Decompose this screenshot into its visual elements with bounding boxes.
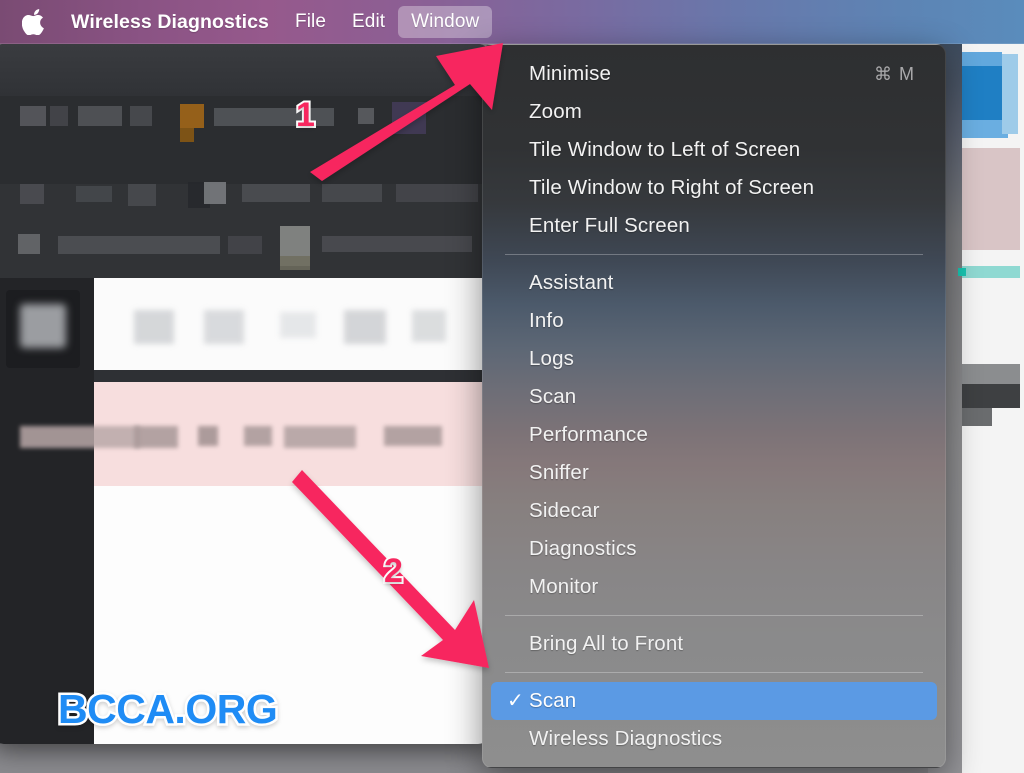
menu-item-label: Tile Window to Right of Screen (529, 176, 815, 199)
menu-item-label: Assistant (529, 271, 614, 294)
background-sidebar-icon (6, 290, 80, 368)
menu-item-info[interactable]: Info (491, 302, 937, 340)
background-window-titlebar (0, 44, 490, 96)
menu-item-tile-window-to-right-of-screen[interactable]: Tile Window to Right of Screen (491, 169, 937, 207)
pixelated-text-block (78, 106, 122, 126)
menu-item-diagnostics[interactable]: Diagnostics (491, 530, 937, 568)
menu-item-label: Monitor (529, 575, 599, 598)
menu-item-sniffer[interactable]: Sniffer (491, 454, 937, 492)
menu-item-label: Zoom (529, 100, 583, 123)
pixelated-text-block (180, 104, 204, 128)
pixelated-column-header (412, 310, 446, 342)
menu-item-label: Scan (529, 689, 577, 712)
menu-item-label: Logs (529, 347, 575, 370)
pixelated-gray-block (962, 384, 1020, 408)
pixelated-text-block (128, 184, 156, 206)
menu-item-label: Tile Window to Left of Screen (529, 138, 801, 161)
pixelated-row-text (284, 426, 356, 448)
pixelated-blue-block (1002, 54, 1018, 134)
menu-item-label: Minimise (529, 62, 612, 85)
pixelated-gray-block (962, 364, 1020, 384)
checkmark-icon: ✓ (507, 690, 524, 712)
pixelated-text-block (396, 184, 478, 202)
watermark-bcca-org: BCCA.ORG (55, 684, 280, 735)
macos-menu-bar[interactable]: Wireless Diagnostics File Edit Window (0, 0, 1024, 44)
pixelated-text-block (322, 236, 472, 252)
pixelated-row-text (244, 426, 272, 446)
menu-item-label: Scan (529, 385, 577, 408)
background-right-card (958, 44, 1024, 773)
menubar-app-name[interactable]: Wireless Diagnostics (58, 6, 282, 39)
pixelated-text-block (20, 184, 44, 204)
pixelated-blue-block (962, 52, 1002, 66)
menu-item-label: Bring All to Front (529, 632, 684, 655)
pixelated-text-block (214, 108, 334, 126)
menu-item-label: Performance (529, 423, 649, 446)
pixelated-row-text (134, 426, 178, 448)
pixelated-row-text (384, 426, 442, 446)
menu-item-bring-all-to-front[interactable]: Bring All to Front (491, 625, 937, 663)
pixelated-pink-block (962, 148, 1020, 250)
menu-item-scan[interactable]: Scan (491, 378, 937, 416)
menu-item-assistant[interactable]: Assistant (491, 264, 937, 302)
pixelated-text-block (392, 102, 426, 134)
pixelated-text-block (58, 236, 220, 254)
pixelated-text-block (204, 182, 226, 204)
menu-item-shortcut: ⌘ M (874, 63, 915, 84)
pixelated-text-block (280, 256, 310, 270)
menu-item-performance[interactable]: Performance (491, 416, 937, 454)
background-app-window (0, 44, 490, 744)
menu-item-scan[interactable]: ✓ Scan (491, 682, 937, 720)
pixelated-text-block (322, 184, 382, 202)
menu-item-minimise[interactable]: Minimise ⌘ M (491, 55, 937, 93)
window-dropdown-menu[interactable]: Minimise ⌘ M Zoom Tile Window to Left of Sc… (482, 44, 946, 768)
menu-item-label: Info (529, 309, 564, 332)
pixelated-column-header (204, 310, 244, 344)
menubar-item-file[interactable]: File (282, 6, 339, 38)
menu-item-label: Sniffer (529, 461, 589, 484)
pixelated-row-text (198, 426, 218, 446)
screenshot-root: Wireless Diagnostics File Edit Window Mi… (0, 0, 1024, 773)
menu-item-tile-window-to-left-of-screen[interactable]: Tile Window to Left of Screen (491, 131, 937, 169)
menu-item-label: Wireless Diagnostics (529, 727, 723, 750)
pixelated-text-block (18, 234, 40, 254)
menu-item-label: Sidecar (529, 499, 600, 522)
menu-item-label: Enter Full Screen (529, 214, 690, 237)
pixelated-teal-block (958, 268, 966, 276)
menu-separator (505, 672, 923, 673)
pixelated-text-block (76, 186, 112, 202)
pixelated-teal-block (962, 266, 1020, 278)
pixelated-text-block (130, 106, 152, 126)
pixelated-gray-block (962, 408, 992, 426)
menu-item-label: Diagnostics (529, 537, 637, 560)
menu-separator (505, 254, 923, 255)
pixelated-column-header (344, 310, 386, 344)
apple-logo-icon[interactable] (22, 9, 58, 35)
pixelated-column-header (134, 310, 174, 344)
menu-item-monitor[interactable]: Monitor (491, 568, 937, 606)
pixelated-text-block (50, 106, 68, 126)
pixelated-text-block (358, 108, 374, 124)
menubar-item-window[interactable]: Window (398, 6, 493, 38)
menu-separator (505, 615, 923, 616)
pixelated-text-block (180, 128, 194, 142)
menu-item-logs[interactable]: Logs (491, 340, 937, 378)
pixelated-row-text (20, 426, 140, 448)
pixelated-text-block (228, 236, 262, 254)
pixelated-text-block (242, 184, 310, 202)
menu-item-zoom[interactable]: Zoom (491, 93, 937, 131)
menu-item-enter-full-screen[interactable]: Enter Full Screen (491, 207, 937, 245)
menubar-item-edit[interactable]: Edit (339, 6, 398, 38)
menu-item-wireless-diagnostics[interactable]: Wireless Diagnostics (491, 720, 937, 758)
pixelated-text-block (20, 106, 46, 126)
menu-item-sidecar[interactable]: Sidecar (491, 492, 937, 530)
pixelated-column-header (280, 312, 316, 338)
